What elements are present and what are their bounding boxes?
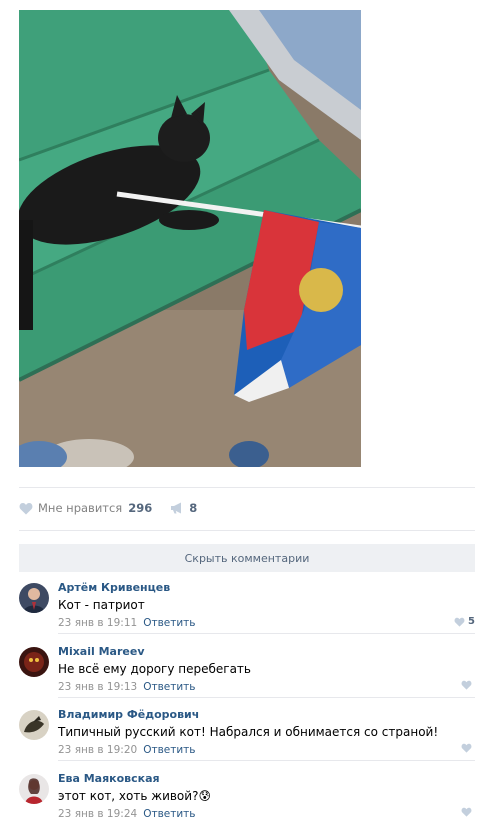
- reply-button[interactable]: Ответить: [143, 681, 195, 693]
- share-button[interactable]: 8: [170, 501, 197, 515]
- comment-text: Не всё ему дорогу перебегать: [58, 662, 251, 676]
- comment-author[interactable]: Артём Кривенцев: [58, 581, 170, 594]
- share-count: 8: [189, 501, 198, 515]
- comment-item: Mixail Mareev Не всё ему дорогу перебега…: [19, 638, 475, 698]
- avatar[interactable]: [19, 583, 49, 613]
- comment-time[interactable]: 23 янв в 19:13: [58, 681, 137, 693]
- comment-like-button[interactable]: 5: [454, 616, 475, 627]
- comment-time[interactable]: 23 янв в 19:24: [58, 808, 137, 820]
- comment-item: Владимир Фёдорович Типичный русский кот!…: [19, 701, 475, 761]
- avatar[interactable]: [19, 774, 49, 804]
- avatar[interactable]: [19, 710, 49, 740]
- avatar-image: [19, 710, 49, 740]
- heart-icon: [461, 807, 472, 817]
- post-photo[interactable]: [19, 10, 361, 467]
- avatar-image: [19, 774, 49, 804]
- comment-separator: [58, 697, 475, 698]
- comments-divider: [19, 530, 475, 531]
- heart-icon: [454, 617, 465, 627]
- hide-comments-button[interactable]: Скрыть комментарии: [19, 544, 475, 572]
- comment-separator: [58, 760, 475, 761]
- comment-text: Типичный русский кот! Набрался и обнимае…: [58, 725, 439, 739]
- post-photo-image: [19, 10, 361, 467]
- like-button[interactable]: Мне нравится 296: [19, 501, 152, 515]
- comment-like-button[interactable]: [461, 680, 475, 690]
- comment-text: Кот - патриот: [58, 598, 145, 612]
- comment-time[interactable]: 23 янв в 19:11: [58, 617, 137, 629]
- like-label: Мне нравится: [38, 501, 123, 515]
- comment-meta: 23 янв в 19:11 Ответить: [58, 617, 195, 629]
- like-count: 296: [128, 501, 153, 515]
- megaphone-icon: [171, 502, 182, 514]
- reply-button[interactable]: Ответить: [143, 617, 195, 629]
- comment-item: Артём Кривенцев Кот - патриот 23 янв в 1…: [19, 574, 475, 634]
- avatar-image: [19, 583, 49, 613]
- reply-button[interactable]: Ответить: [143, 744, 195, 756]
- comment-like-button[interactable]: [461, 807, 475, 817]
- heart-icon: [19, 502, 33, 514]
- comment-separator: [58, 633, 475, 634]
- comment-text: этот кот, хоть живой?😰: [58, 789, 211, 803]
- comment-like-button[interactable]: [461, 743, 475, 753]
- comment-meta: 23 янв в 19:13 Ответить: [58, 681, 195, 693]
- avatar[interactable]: [19, 647, 49, 677]
- comment-meta: 23 янв в 19:24 Ответить: [58, 808, 195, 820]
- heart-icon: [461, 680, 472, 690]
- comment-author[interactable]: Mixail Mareev: [58, 645, 145, 658]
- comment-meta: 23 янв в 19:20 Ответить: [58, 744, 195, 756]
- comment-time[interactable]: 23 янв в 19:20: [58, 744, 137, 756]
- comment-author[interactable]: Ева Маяковская: [58, 772, 160, 785]
- comment-author[interactable]: Владимир Фёдорович: [58, 708, 199, 721]
- comment-like-count: 5: [468, 616, 475, 627]
- avatar-image: [19, 647, 49, 677]
- post-actions-bar: Мне нравится 296 8: [19, 498, 197, 518]
- reply-button[interactable]: Ответить: [143, 808, 195, 820]
- comment-item: Ева Маяковская этот кот, хоть живой?😰 23…: [19, 765, 475, 825]
- post-divider: [19, 487, 475, 488]
- heart-icon: [461, 743, 472, 753]
